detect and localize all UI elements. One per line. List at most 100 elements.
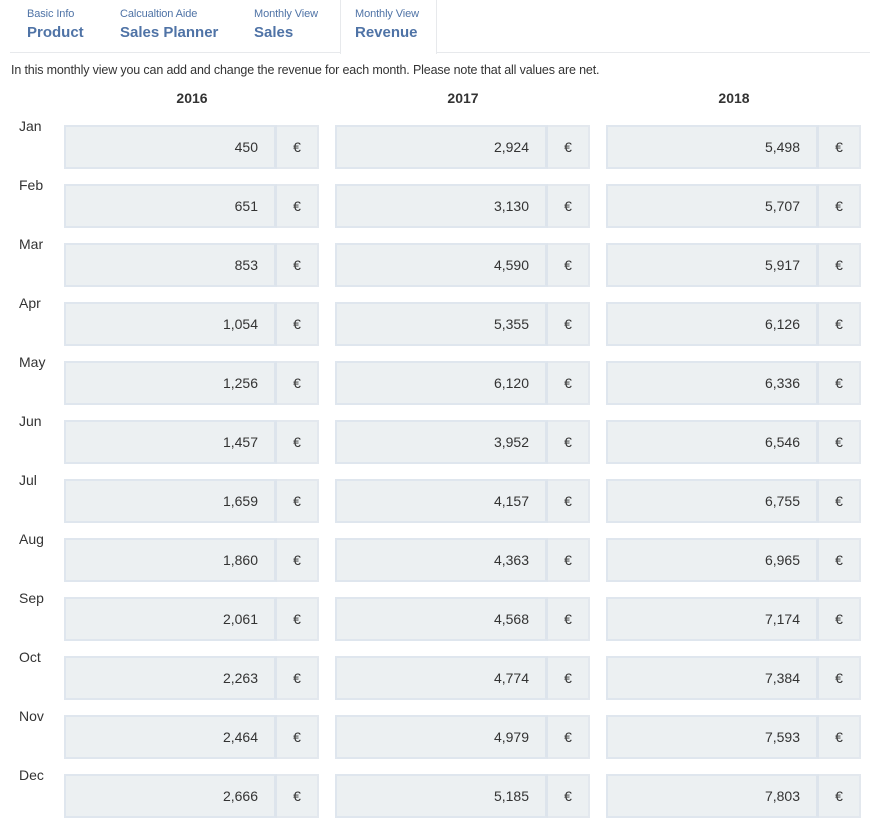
euro-icon: € xyxy=(548,184,590,228)
revenue-input-group: € xyxy=(606,302,861,346)
revenue-input-group: € xyxy=(64,597,319,641)
euro-icon: € xyxy=(548,125,590,169)
revenue-input[interactable] xyxy=(64,302,277,346)
revenue-input[interactable] xyxy=(606,774,819,818)
revenue-input[interactable] xyxy=(606,184,819,228)
month-row: Feb € € € xyxy=(0,175,872,228)
revenue-input[interactable] xyxy=(335,538,548,582)
revenue-input[interactable] xyxy=(64,243,277,287)
revenue-input-group: € xyxy=(335,184,590,228)
revenue-input[interactable] xyxy=(606,420,819,464)
euro-icon: € xyxy=(548,538,590,582)
tab-label: Revenue xyxy=(355,24,418,41)
revenue-input-group: € xyxy=(606,184,861,228)
revenue-input-group: € xyxy=(335,656,590,700)
month-label: Nov xyxy=(19,708,44,724)
month-row: Mar € € € xyxy=(0,234,872,287)
revenue-input-group: € xyxy=(64,538,319,582)
month-label: Feb xyxy=(19,177,44,193)
month-row: Jul € € € xyxy=(0,470,872,523)
revenue-input[interactable] xyxy=(606,243,819,287)
revenue-input[interactable] xyxy=(64,538,277,582)
revenue-input[interactable] xyxy=(335,715,548,759)
euro-icon: € xyxy=(819,361,861,405)
euro-icon: € xyxy=(277,479,319,523)
revenue-input[interactable] xyxy=(335,420,548,464)
euro-icon: € xyxy=(277,715,319,759)
revenue-input-group: € xyxy=(64,243,319,287)
revenue-input[interactable] xyxy=(64,774,277,818)
revenue-input[interactable] xyxy=(606,538,819,582)
month-label: Jul xyxy=(19,472,37,488)
revenue-input[interactable] xyxy=(335,597,548,641)
tab-sales[interactable]: Monthly View Sales xyxy=(254,0,318,53)
revenue-input-group: € xyxy=(335,361,590,405)
revenue-input[interactable] xyxy=(64,420,277,464)
revenue-input[interactable] xyxy=(64,479,277,523)
year-header: 2016 xyxy=(176,90,208,106)
revenue-input-group: € xyxy=(335,538,590,582)
revenue-input-group: € xyxy=(64,479,319,523)
month-label: Oct xyxy=(19,649,41,665)
revenue-input[interactable] xyxy=(335,656,548,700)
tab-bar: Basic Info Product Calcualtion Aide Sale… xyxy=(10,0,870,54)
euro-icon: € xyxy=(548,715,590,759)
tab-sublabel: Calcualtion Aide xyxy=(120,8,198,20)
revenue-input-group: € xyxy=(335,420,590,464)
month-row: Jan € € € xyxy=(0,116,872,169)
revenue-input[interactable] xyxy=(335,774,548,818)
month-row: Oct € € € xyxy=(0,647,872,700)
euro-icon: € xyxy=(819,184,861,228)
revenue-input[interactable] xyxy=(335,361,548,405)
revenue-input[interactable] xyxy=(606,125,819,169)
revenue-input-group: € xyxy=(606,715,861,759)
revenue-input-group: € xyxy=(64,715,319,759)
month-label: Aug xyxy=(19,531,44,547)
tab-revenue[interactable]: Monthly View Revenue xyxy=(340,0,437,54)
intro-text: In this monthly view you can add and cha… xyxy=(11,63,600,77)
month-label: Dec xyxy=(19,767,44,783)
revenue-input[interactable] xyxy=(606,597,819,641)
euro-icon: € xyxy=(277,597,319,641)
revenue-input-group: € xyxy=(64,361,319,405)
revenue-input[interactable] xyxy=(64,597,277,641)
revenue-input-group: € xyxy=(335,125,590,169)
euro-icon: € xyxy=(548,361,590,405)
revenue-input-group: € xyxy=(606,361,861,405)
revenue-input[interactable] xyxy=(64,715,277,759)
revenue-input[interactable] xyxy=(64,656,277,700)
tab-product[interactable]: Basic Info Product xyxy=(27,0,84,53)
revenue-input[interactable] xyxy=(64,184,277,228)
euro-icon: € xyxy=(277,302,319,346)
revenue-input[interactable] xyxy=(606,715,819,759)
revenue-input[interactable] xyxy=(335,243,548,287)
revenue-input-group: € xyxy=(606,656,861,700)
revenue-input[interactable] xyxy=(335,125,548,169)
revenue-input[interactable] xyxy=(64,125,277,169)
revenue-input[interactable] xyxy=(335,184,548,228)
revenue-input[interactable] xyxy=(335,479,548,523)
revenue-input[interactable] xyxy=(335,302,548,346)
euro-icon: € xyxy=(819,125,861,169)
revenue-input[interactable] xyxy=(606,479,819,523)
tab-label: Sales Planner xyxy=(120,24,219,41)
euro-icon: € xyxy=(548,774,590,818)
euro-icon: € xyxy=(819,479,861,523)
revenue-input-group: € xyxy=(64,774,319,818)
month-row: Jun € € € xyxy=(0,411,872,464)
euro-icon: € xyxy=(277,361,319,405)
tab-label: Product xyxy=(27,24,84,41)
revenue-input[interactable] xyxy=(606,361,819,405)
month-label: Mar xyxy=(19,236,44,252)
revenue-input[interactable] xyxy=(606,302,819,346)
revenue-input[interactable] xyxy=(64,361,277,405)
euro-icon: € xyxy=(548,479,590,523)
euro-icon: € xyxy=(548,243,590,287)
euro-icon: € xyxy=(819,420,861,464)
revenue-input[interactable] xyxy=(606,656,819,700)
euro-icon: € xyxy=(277,184,319,228)
month-label: Jun xyxy=(19,413,42,429)
tab-sales-planner[interactable]: Calcualtion Aide Sales Planner xyxy=(120,0,218,53)
revenue-input-group: € xyxy=(606,538,861,582)
revenue-input-group: € xyxy=(606,420,861,464)
